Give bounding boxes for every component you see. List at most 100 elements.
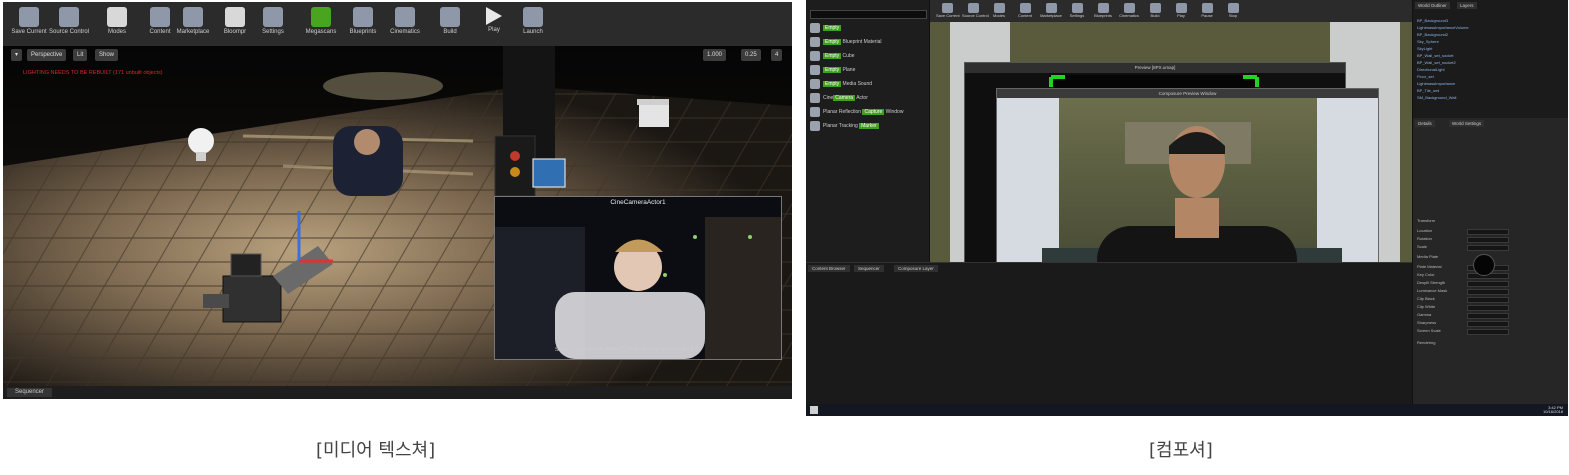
table-row[interactable]: LightmassImportance <box>1417 81 1565 86</box>
modes-icon <box>993 3 1005 13</box>
media-texture-screenshot: Save Current Source Control Modes Conten… <box>3 2 792 399</box>
detail-row-clip-black: Clip Black <box>1417 296 1565 303</box>
toolbar-content-button[interactable]: Content <box>1014 2 1036 20</box>
tab-details[interactable]: Details <box>1415 120 1435 127</box>
table-row[interactable]: Sky_Sphere <box>1417 39 1565 44</box>
content-browser-panel: Content Browser Sequencer Composure Laye… <box>806 262 1412 405</box>
toolbar-modes-button[interactable]: Modes <box>95 5 139 45</box>
list-item[interactable]: Empty Plane <box>810 64 926 76</box>
table-row[interactable]: LightmassImportanceVolume <box>1417 25 1565 30</box>
gamma-field[interactable] <box>1467 313 1509 319</box>
list-item[interactable]: Planar Reflection Capture Window <box>810 106 926 118</box>
perspective-button[interactable]: Perspective <box>27 49 67 61</box>
clip-black-field[interactable] <box>1467 297 1509 303</box>
toolbar-save-button[interactable]: Save Current <box>7 5 51 45</box>
save-icon <box>19 7 39 27</box>
rotation-field[interactable] <box>1467 237 1509 243</box>
cine-camera-preview: CineCameraActor1 Sensor: Digital Film (A… <box>494 196 782 360</box>
source-control-icon <box>59 7 79 27</box>
camera-speed-value[interactable]: 4 <box>771 49 783 61</box>
table-row[interactable]: SkyLight <box>1417 46 1565 51</box>
detail-row-location: Location <box>1417 228 1565 235</box>
list-item[interactable]: Empty Blueprint Material <box>810 36 926 48</box>
table-row[interactable]: BP_Background2 <box>1417 32 1565 37</box>
toolbar-build-button[interactable]: Build <box>428 5 472 45</box>
lit-button[interactable]: Lit <box>73 49 88 61</box>
marketplace-icon <box>1045 3 1057 13</box>
tab-world-outliner[interactable]: World Outliner <box>1415 2 1450 9</box>
source-control-icon <box>967 3 979 13</box>
toolbar-save-button[interactable]: Save Current <box>936 2 960 20</box>
toolbar-launch-button[interactable]: Launch <box>511 5 555 45</box>
toolbar-source-control-button[interactable]: Source Control <box>47 5 91 45</box>
play-icon <box>1175 3 1187 13</box>
editor-toolbar: Save Current Source Control Modes Conten… <box>3 2 792 47</box>
toolbar-play-button[interactable]: Play <box>472 5 516 45</box>
list-item[interactable]: Empty Media Sound <box>810 78 926 90</box>
table-row[interactable]: Floor_set <box>1417 74 1565 79</box>
taskbar-clock: 3:42 PM 10/16/2018 <box>1542 405 1563 414</box>
toolbar-pause-button[interactable]: Pause <box>1196 2 1218 20</box>
detail-row-rendering: Rendering <box>1417 340 1436 345</box>
scale-field[interactable] <box>1467 245 1509 251</box>
scale-snap-value[interactable]: 0.25 <box>741 49 761 61</box>
location-field[interactable] <box>1467 229 1509 235</box>
blueprints-icon <box>1097 3 1109 13</box>
place-actors-panel: Empty Empty Blueprint Material Empty Cub… <box>806 0 930 262</box>
detail-row-transform: Transform <box>1417 218 1436 223</box>
viewport-menu-button[interactable]: ▾ <box>11 49 23 61</box>
table-row[interactable]: BP_Tile_sml <box>1417 88 1565 93</box>
table-row[interactable]: DirectionalLight <box>1417 67 1565 72</box>
toolbar-settings-button[interactable]: Settings <box>251 5 295 45</box>
editor-toolbar: Save Current Source Control Modes Conten… <box>930 0 1412 23</box>
detail-row-gamma: Gamma <box>1417 312 1565 319</box>
preview-camera-info: Sensor: Digital Film (APS-C) | Film Sens… <box>555 347 699 353</box>
toolbar-stop-button[interactable]: Stop <box>1222 2 1244 20</box>
start-icon[interactable] <box>810 406 818 414</box>
toolbar-settings-button[interactable]: Settings <box>1066 2 1088 20</box>
megascans-icon <box>311 7 331 27</box>
list-item[interactable]: Empty <box>810 22 926 34</box>
tab-world-settings[interactable]: World Settings <box>1449 120 1485 127</box>
toolbar-blueprints-button[interactable]: Blueprints <box>1092 2 1114 20</box>
list-item[interactable]: Planar Tracking Marker <box>810 120 926 132</box>
toolbar-source-control-button[interactable]: Source Control <box>962 2 989 20</box>
actor-icon <box>810 78 820 89</box>
toolbar-build-button[interactable]: Build <box>1144 2 1166 20</box>
actor-icon <box>810 64 820 75</box>
caption-composure: [컴포셔] <box>1149 440 1213 461</box>
place-search-input[interactable] <box>810 10 927 19</box>
tab-layers[interactable]: Layers <box>1457 2 1477 9</box>
list-item[interactable]: Cine Camera Actor <box>810 92 926 104</box>
tab-composure-layer[interactable]: Composure Layer <box>894 265 938 272</box>
composure-window-title: Composure Preview Window <box>997 89 1378 98</box>
luminance-field[interactable] <box>1467 289 1509 295</box>
grid-snap-value[interactable]: 1.000 <box>703 49 727 61</box>
toolbar-marketplace-button[interactable]: Marketplace <box>171 5 215 45</box>
sharpness-field[interactable] <box>1467 321 1509 327</box>
material-preview-thumbnail[interactable] <box>1473 254 1495 276</box>
table-row[interactable]: BP_Wall_set_socket2 <box>1417 60 1565 65</box>
toolbar-modes-button[interactable]: Modes <box>988 2 1010 20</box>
toolbar-blueprints-button[interactable]: Blueprints <box>341 5 385 45</box>
launch-icon <box>523 7 543 27</box>
list-item[interactable]: Empty Cube <box>810 50 926 62</box>
toolbar-play-button[interactable]: Play <box>1170 2 1192 20</box>
table-row[interactable]: SM_Background_Wall <box>1417 95 1565 100</box>
toolbar-cinematics-button[interactable]: Cinematics <box>1118 2 1140 20</box>
tab-sequencer[interactable]: Sequencer <box>854 265 884 272</box>
tab-sequencer[interactable]: Sequencer <box>7 388 53 397</box>
save-icon <box>941 3 953 13</box>
tab-content-browser[interactable]: Content Browser <box>808 265 850 272</box>
cinematics-icon <box>395 7 415 27</box>
detail-row-clip-white: Clip White <box>1417 304 1565 311</box>
table-row[interactable]: BP_Background3 <box>1417 18 1565 23</box>
toolbar-marketplace-button[interactable]: Marketplace <box>1040 2 1062 20</box>
toolbar-megascans-button[interactable]: Megascans <box>299 5 343 45</box>
toolbar-cinematics-button[interactable]: Cinematics <box>383 5 427 45</box>
clip-white-field[interactable] <box>1467 305 1509 311</box>
screen-scale-field[interactable] <box>1467 329 1509 335</box>
despill-field[interactable] <box>1467 281 1509 287</box>
table-row[interactable]: BP_Wall_set_socket <box>1417 53 1565 58</box>
show-button[interactable]: Show <box>95 49 119 61</box>
